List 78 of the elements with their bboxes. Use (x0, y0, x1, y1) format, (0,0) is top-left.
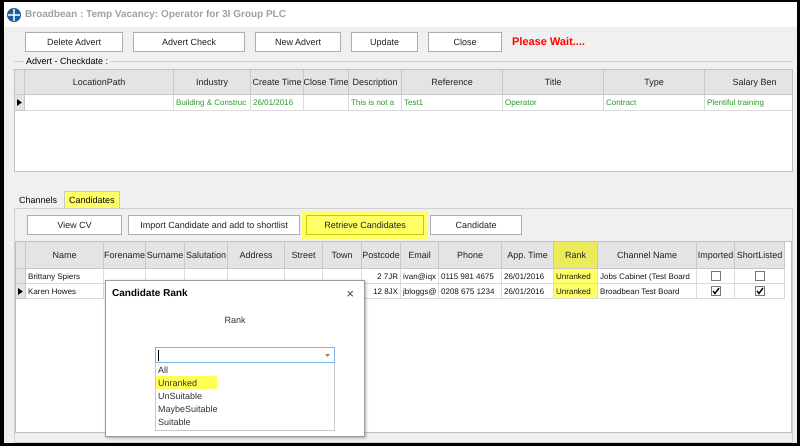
table-cell: Contract (604, 95, 705, 111)
row-header[interactable] (16, 284, 26, 299)
column-header[interactable]: Forename (104, 242, 146, 269)
column-header[interactable]: Address (228, 242, 285, 269)
window-title: Broadbean : Temp Vacancy: Operator for 3I Group PLC (25, 9, 286, 20)
column-header[interactable]: Close Time (304, 70, 349, 95)
table-cell: Jobs Cabinet (Test Board (598, 269, 697, 284)
dropdown-caret-icon (325, 354, 330, 356)
dropdown-option[interactable]: MaybeSuitable (156, 402, 220, 415)
row-pointer-icon (17, 99, 22, 106)
table-cell: jbloggs@ (401, 284, 439, 299)
table-cell: 0208 675 1234 (439, 284, 502, 299)
action-button[interactable]: Candidate (430, 215, 522, 235)
checkbox[interactable] (710, 271, 720, 281)
column-header[interactable]: Salary Ben (705, 70, 792, 95)
checkbox[interactable] (710, 286, 720, 296)
column-header[interactable]: Description (349, 70, 402, 95)
column-header[interactable]: Create Time (251, 70, 304, 95)
table-cell: 12 8JX (362, 284, 401, 299)
column-header[interactable]: Reference (402, 70, 503, 95)
column-header[interactable]: Imported (697, 242, 735, 269)
table-cell: 26/01/2016 (502, 269, 554, 284)
toolbar-button[interactable]: Close (428, 32, 502, 52)
checkmark-icon (756, 287, 764, 295)
column-header[interactable]: Phone (439, 242, 502, 269)
tab[interactable]: Candidates (64, 191, 120, 208)
action-button[interactable]: View CV (27, 215, 122, 235)
table-cell (304, 95, 349, 111)
action-button[interactable]: Import Candidate and add to shortlist (128, 215, 300, 235)
column-header[interactable]: App. Time (502, 242, 554, 269)
column-header[interactable]: ShortListed (735, 242, 785, 269)
column-header[interactable]: Channel Name (598, 242, 697, 269)
table-cell: Broadbean Test Board (598, 284, 697, 299)
app-logo-icon (7, 8, 21, 22)
field-label: Rank (224, 315, 246, 325)
toolbar-button[interactable]: Delete Advert (25, 32, 123, 52)
table-cell: Operator (503, 95, 604, 111)
row-pointer-icon (18, 288, 23, 294)
dropdown-option[interactable]: All (156, 363, 170, 376)
table-cell: ivan@iqx (401, 269, 439, 284)
column-header[interactable]: Rank (554, 242, 598, 269)
tab[interactable]: Channels (14, 191, 62, 208)
table-cell: Karen Howes (26, 284, 104, 299)
group-label: Advert - Checkdate : (24, 56, 110, 66)
column-header[interactable]: Surname (146, 242, 185, 269)
column-header[interactable]: Name (26, 242, 104, 269)
column-header[interactable]: Type (604, 70, 705, 95)
table-cell: 26/01/2016 (502, 284, 554, 299)
table-cell: Unranked (554, 284, 598, 299)
table-cell: 2 7JR (362, 269, 401, 284)
column-header[interactable]: Salutation (185, 242, 228, 269)
column-header[interactable]: Industry (174, 70, 251, 95)
dropdown-option[interactable]: Unranked (156, 376, 218, 389)
table-cell: Unranked (554, 269, 598, 284)
row-header[interactable] (15, 95, 25, 111)
status-message: Please Wait.... (512, 36, 585, 48)
table-cell: Building & Construc (174, 95, 251, 111)
toolbar-button[interactable]: Update (351, 32, 418, 52)
column-header[interactable]: Town (323, 242, 362, 269)
table-cell: 0115 981 4675 (439, 269, 502, 284)
column-header[interactable]: Street (285, 242, 323, 269)
dropdown-option[interactable]: Suitable (156, 415, 193, 428)
checkbox[interactable] (754, 286, 764, 296)
column-header[interactable]: Email (401, 242, 439, 269)
column-header[interactable]: Title (503, 70, 604, 95)
dialog-title: Candidate Rank (112, 288, 188, 299)
close-button[interactable]: × (346, 287, 354, 300)
table-cell: Test1 (402, 95, 503, 111)
column-header[interactable]: Postcode (362, 242, 401, 269)
table-cell: This is not a (349, 95, 402, 111)
column-header[interactable]: LocationPath (25, 70, 174, 95)
toolbar-button[interactable]: New Advert (255, 32, 341, 52)
checkmark-icon (712, 287, 720, 295)
dropdown-option[interactable]: UnSuitable (156, 389, 204, 402)
checkbox[interactable] (754, 271, 764, 281)
table-cell: 26/01/2016 (251, 95, 304, 111)
table-cell: Brittany Spiers (26, 269, 104, 284)
toolbar-button[interactable]: Advert Check (133, 32, 245, 52)
